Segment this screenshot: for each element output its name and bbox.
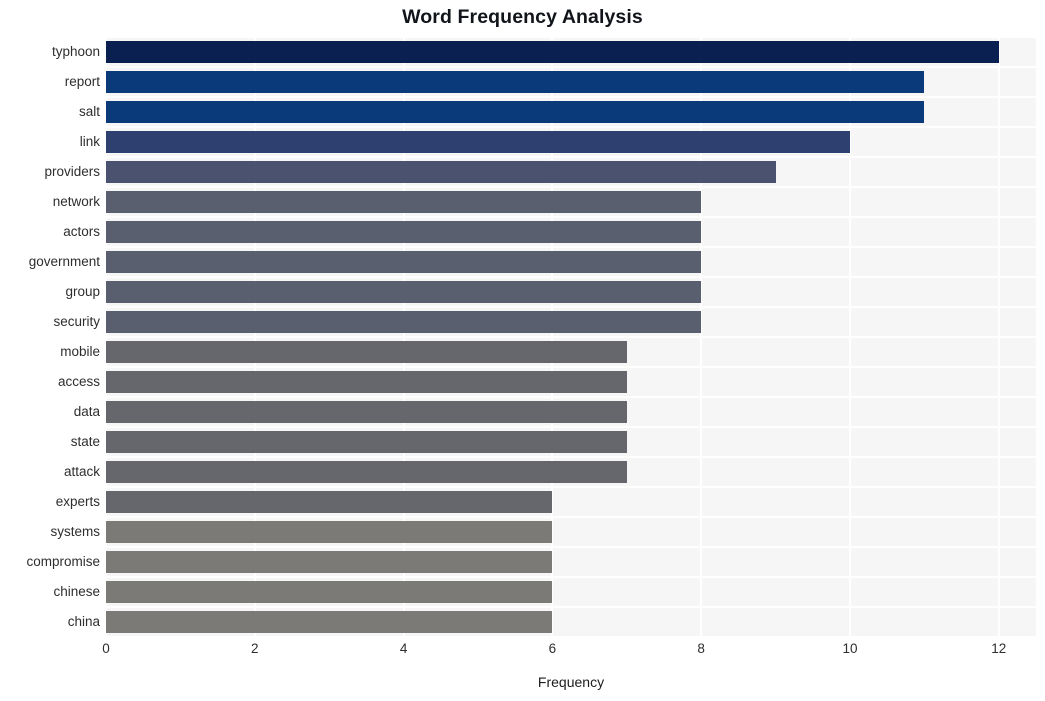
y-tick-label-data: data xyxy=(73,404,100,419)
gridline-horizontal xyxy=(106,516,1036,518)
gridline-horizontal xyxy=(106,96,1036,98)
y-tick-label-chinese: chinese xyxy=(53,584,100,599)
y-tick-label-providers: providers xyxy=(44,164,100,179)
bar-actors[interactable] xyxy=(106,221,702,243)
bar-access[interactable] xyxy=(106,371,627,393)
gridline-horizontal xyxy=(106,126,1036,128)
y-axis-tick-labels: typhoon report salt link providers network act… xyxy=(0,37,100,637)
x-tick-label-0: 0 xyxy=(102,641,110,656)
bar-report[interactable] xyxy=(106,71,925,93)
y-tick-label-systems: systems xyxy=(50,524,100,539)
x-axis-tick-labels: 0 2 4 6 8 10 12 xyxy=(102,641,1036,663)
bar-group[interactable] xyxy=(106,281,702,303)
bar-mobile[interactable] xyxy=(106,341,627,363)
gridline-horizontal xyxy=(106,276,1036,278)
y-tick-label-network: network xyxy=(52,194,100,209)
y-tick-label-group: group xyxy=(65,284,100,299)
gridline-horizontal xyxy=(106,636,1036,637)
bar-attack[interactable] xyxy=(106,461,627,483)
gridline-horizontal xyxy=(106,546,1036,548)
chart-title: Word Frequency Analysis xyxy=(402,6,643,28)
gridline-horizontal xyxy=(106,396,1036,398)
gridline-horizontal xyxy=(106,66,1036,68)
y-tick-label-link: link xyxy=(79,134,100,149)
y-tick-label-security: security xyxy=(53,314,100,329)
y-tick-label-typhoon: typhoon xyxy=(51,44,100,59)
bar-network[interactable] xyxy=(106,191,702,213)
y-tick-label-access: access xyxy=(57,374,100,389)
gridline-horizontal xyxy=(106,456,1036,458)
bar-salt[interactable] xyxy=(106,101,925,123)
bar-compromise[interactable] xyxy=(106,551,553,573)
bar-link[interactable] xyxy=(106,131,850,153)
gridline-horizontal xyxy=(106,306,1036,308)
gridline-horizontal xyxy=(106,156,1036,158)
y-tick-label-compromise: compromise xyxy=(26,554,100,569)
word-frequency-chart-figure: Word Frequency Analysis typhoon report sal… xyxy=(0,0,1045,701)
bar-systems[interactable] xyxy=(106,521,553,543)
y-tick-label-mobile: mobile xyxy=(60,344,100,359)
y-tick-label-experts: experts xyxy=(55,494,100,509)
y-tick-label-attack: attack xyxy=(63,464,100,479)
y-tick-label-actors: actors xyxy=(63,224,100,239)
bar-state[interactable] xyxy=(106,431,627,453)
gridline-horizontal xyxy=(106,336,1036,338)
gridline-horizontal xyxy=(106,246,1036,248)
gridline-horizontal xyxy=(106,366,1036,368)
bar-security[interactable] xyxy=(106,311,702,333)
gridline-horizontal xyxy=(106,576,1036,578)
bar-experts[interactable] xyxy=(106,491,553,513)
gridline-horizontal xyxy=(106,606,1036,608)
y-tick-label-china: china xyxy=(67,614,100,629)
gridline-horizontal xyxy=(106,186,1036,188)
bar-typhoon[interactable] xyxy=(106,41,999,63)
bar-providers[interactable] xyxy=(106,161,776,183)
x-tick-label-4: 4 xyxy=(399,641,408,656)
bar-data[interactable] xyxy=(106,401,627,423)
y-tick-label-report: report xyxy=(64,74,100,89)
bar-chinese[interactable] xyxy=(106,581,553,603)
bar-government[interactable] xyxy=(106,251,702,273)
gridline-horizontal xyxy=(106,426,1036,428)
x-tick-label-8: 8 xyxy=(697,641,705,656)
y-tick-label-government: government xyxy=(28,254,100,269)
x-tick-label-2: 2 xyxy=(251,641,259,656)
plot-area xyxy=(106,37,1036,637)
x-axis-title: Frequency xyxy=(537,674,605,690)
gridline-horizontal xyxy=(106,216,1036,218)
gridline-horizontal xyxy=(106,486,1036,488)
x-tick-label-10: 10 xyxy=(842,641,858,656)
y-tick-label-state: state xyxy=(70,434,100,449)
x-tick-label-12: 12 xyxy=(991,641,1007,656)
x-tick-label-6: 6 xyxy=(548,641,557,656)
y-tick-label-salt: salt xyxy=(78,104,100,119)
bar-china[interactable] xyxy=(106,611,553,633)
gridline-horizontal xyxy=(106,37,1036,38)
